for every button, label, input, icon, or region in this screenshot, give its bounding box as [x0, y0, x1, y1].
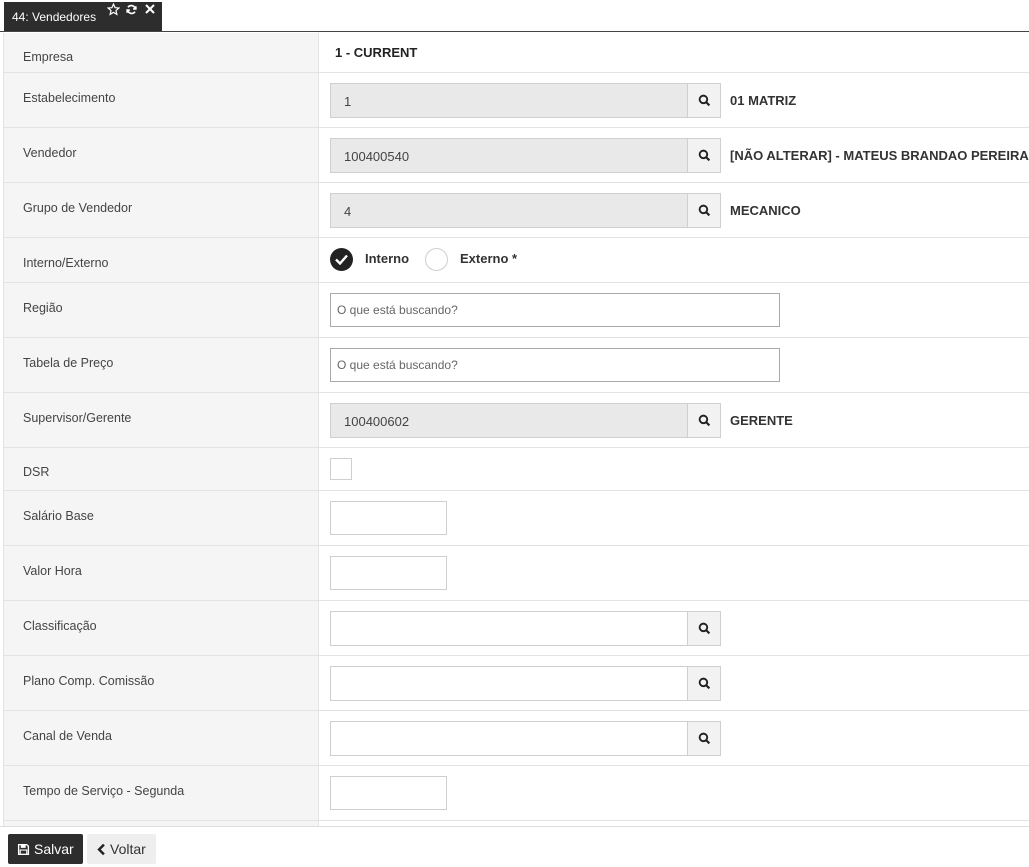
vendedor-input[interactable]: 100400540: [330, 138, 688, 173]
tempo-servico-segunda-label: Tempo de Serviço - Segunda: [23, 784, 185, 798]
radio-interno-label: Interno: [365, 251, 410, 266]
save-button-label: Salvar: [34, 841, 74, 857]
row-salario-base: Salário Base: [4, 491, 1029, 546]
estabelecimento-description: 01 MATRIZ: [730, 93, 797, 108]
search-icon: [698, 414, 711, 427]
floppy-disk-icon: [17, 843, 30, 856]
row-tabela-preco: Tabela de Preço O que está buscando?: [4, 338, 1029, 393]
valor-hora-label: Valor Hora: [23, 564, 82, 578]
row-interno-externo: Interno/Externo Interno Externo *: [4, 238, 1029, 283]
canal-venda-search-button[interactable]: [687, 721, 721, 756]
estabelecimento-label: Estabelecimento: [23, 91, 116, 105]
refresh-icon[interactable]: [125, 3, 138, 16]
tab-vendedores[interactable]: 44: Vendedores: [4, 2, 162, 31]
row-classificacao: Classificação: [4, 601, 1029, 656]
save-button[interactable]: Salvar: [8, 834, 83, 864]
plano-comissao-input[interactable]: [330, 666, 688, 701]
regiao-search-input[interactable]: O que está buscando?: [330, 293, 780, 327]
salario-base-input[interactable]: [330, 501, 447, 535]
row-dsr: DSR: [4, 448, 1029, 491]
estabelecimento-input[interactable]: 1: [330, 83, 688, 118]
tab-bar: 44: Vendedores: [0, 0, 1029, 32]
row-empresa: Empresa 1 - CURRENT: [4, 33, 1029, 73]
vendedor-search-button[interactable]: [687, 138, 721, 173]
salario-base-label: Salário Base: [23, 509, 94, 523]
row-vendedor: Vendedor 100400540 [NÃO ALTERAR] - MATEU…: [4, 128, 1029, 183]
vendedor-label: Vendedor: [23, 146, 77, 160]
search-icon: [698, 149, 711, 162]
supervisor-label: Supervisor/Gerente: [23, 411, 132, 425]
plano-comissao-label: Plano Comp. Comissão: [23, 674, 155, 688]
supervisor-search-button[interactable]: [687, 403, 721, 438]
tabela-preco-search-input[interactable]: O que está buscando?: [330, 348, 780, 382]
regiao-label: Região: [23, 301, 63, 315]
row-canal-venda: Canal de Venda: [4, 711, 1029, 766]
back-button[interactable]: Voltar: [87, 834, 156, 864]
tab-title: 44: Vendedores: [12, 10, 97, 24]
radio-interno[interactable]: [330, 248, 353, 271]
canal-venda-input[interactable]: [330, 721, 688, 756]
grupo-vendedor-label: Grupo de Vendedor: [23, 201, 133, 215]
row-grupo-vendedor: Grupo de Vendedor 4 MECANICO: [4, 183, 1029, 238]
supervisor-description: GERENTE: [730, 413, 793, 428]
search-icon: [698, 622, 711, 635]
row-plano-comissao: Plano Comp. Comissão: [4, 656, 1029, 711]
back-button-label: Voltar: [110, 841, 146, 857]
grupo-vendedor-input[interactable]: 4: [330, 193, 688, 228]
search-icon: [698, 677, 711, 690]
grupo-vendedor-description: MECANICO: [730, 203, 801, 218]
supervisor-input[interactable]: 100400602: [330, 403, 688, 438]
row-supervisor: Supervisor/Gerente 100400602 GERENTE: [4, 393, 1029, 448]
row-tempo-servico-segunda: Tempo de Serviço - Segunda: [4, 766, 1029, 821]
row-valor-hora: Valor Hora: [4, 546, 1029, 601]
classificacao-search-button[interactable]: [687, 611, 721, 646]
grupo-vendedor-search-button[interactable]: [687, 193, 721, 228]
plano-comissao-search-button[interactable]: [687, 666, 721, 701]
classificacao-input[interactable]: [330, 611, 688, 646]
radio-externo-label: Externo *: [460, 251, 518, 266]
tabela-preco-label: Tabela de Preço: [23, 356, 114, 370]
search-icon: [698, 94, 711, 107]
canal-venda-label: Canal de Venda: [23, 729, 112, 743]
interno-externo-label: Interno/Externo: [23, 256, 109, 270]
vendedor-description: [NÃO ALTERAR] - MATEUS BRANDAO PEREIRA: [730, 148, 1029, 163]
radio-externo[interactable]: [425, 248, 448, 271]
row-estabelecimento: Estabelecimento 1 01 MATRIZ: [4, 73, 1029, 128]
vendedor-form: Empresa 1 - CURRENT Estabelecimento 1 01…: [3, 33, 1029, 826]
chevron-left-icon: [97, 843, 105, 856]
search-icon: [698, 732, 711, 745]
classificacao-label: Classificação: [23, 619, 97, 633]
dsr-checkbox[interactable]: [330, 458, 352, 480]
estabelecimento-search-button[interactable]: [687, 83, 721, 118]
empresa-value: 1 - CURRENT: [335, 45, 418, 60]
valor-hora-input[interactable]: [330, 556, 447, 590]
form-footer: Salvar Voltar: [0, 826, 1029, 867]
tempo-servico-segunda-input[interactable]: [330, 776, 447, 810]
row-regiao: Região O que está buscando?: [4, 283, 1029, 338]
check-icon: [335, 254, 348, 265]
search-icon: [698, 204, 711, 217]
empresa-label: Empresa: [23, 50, 74, 64]
star-icon[interactable]: [107, 3, 120, 16]
close-icon[interactable]: [144, 3, 156, 15]
dsr-label: DSR: [23, 465, 50, 479]
